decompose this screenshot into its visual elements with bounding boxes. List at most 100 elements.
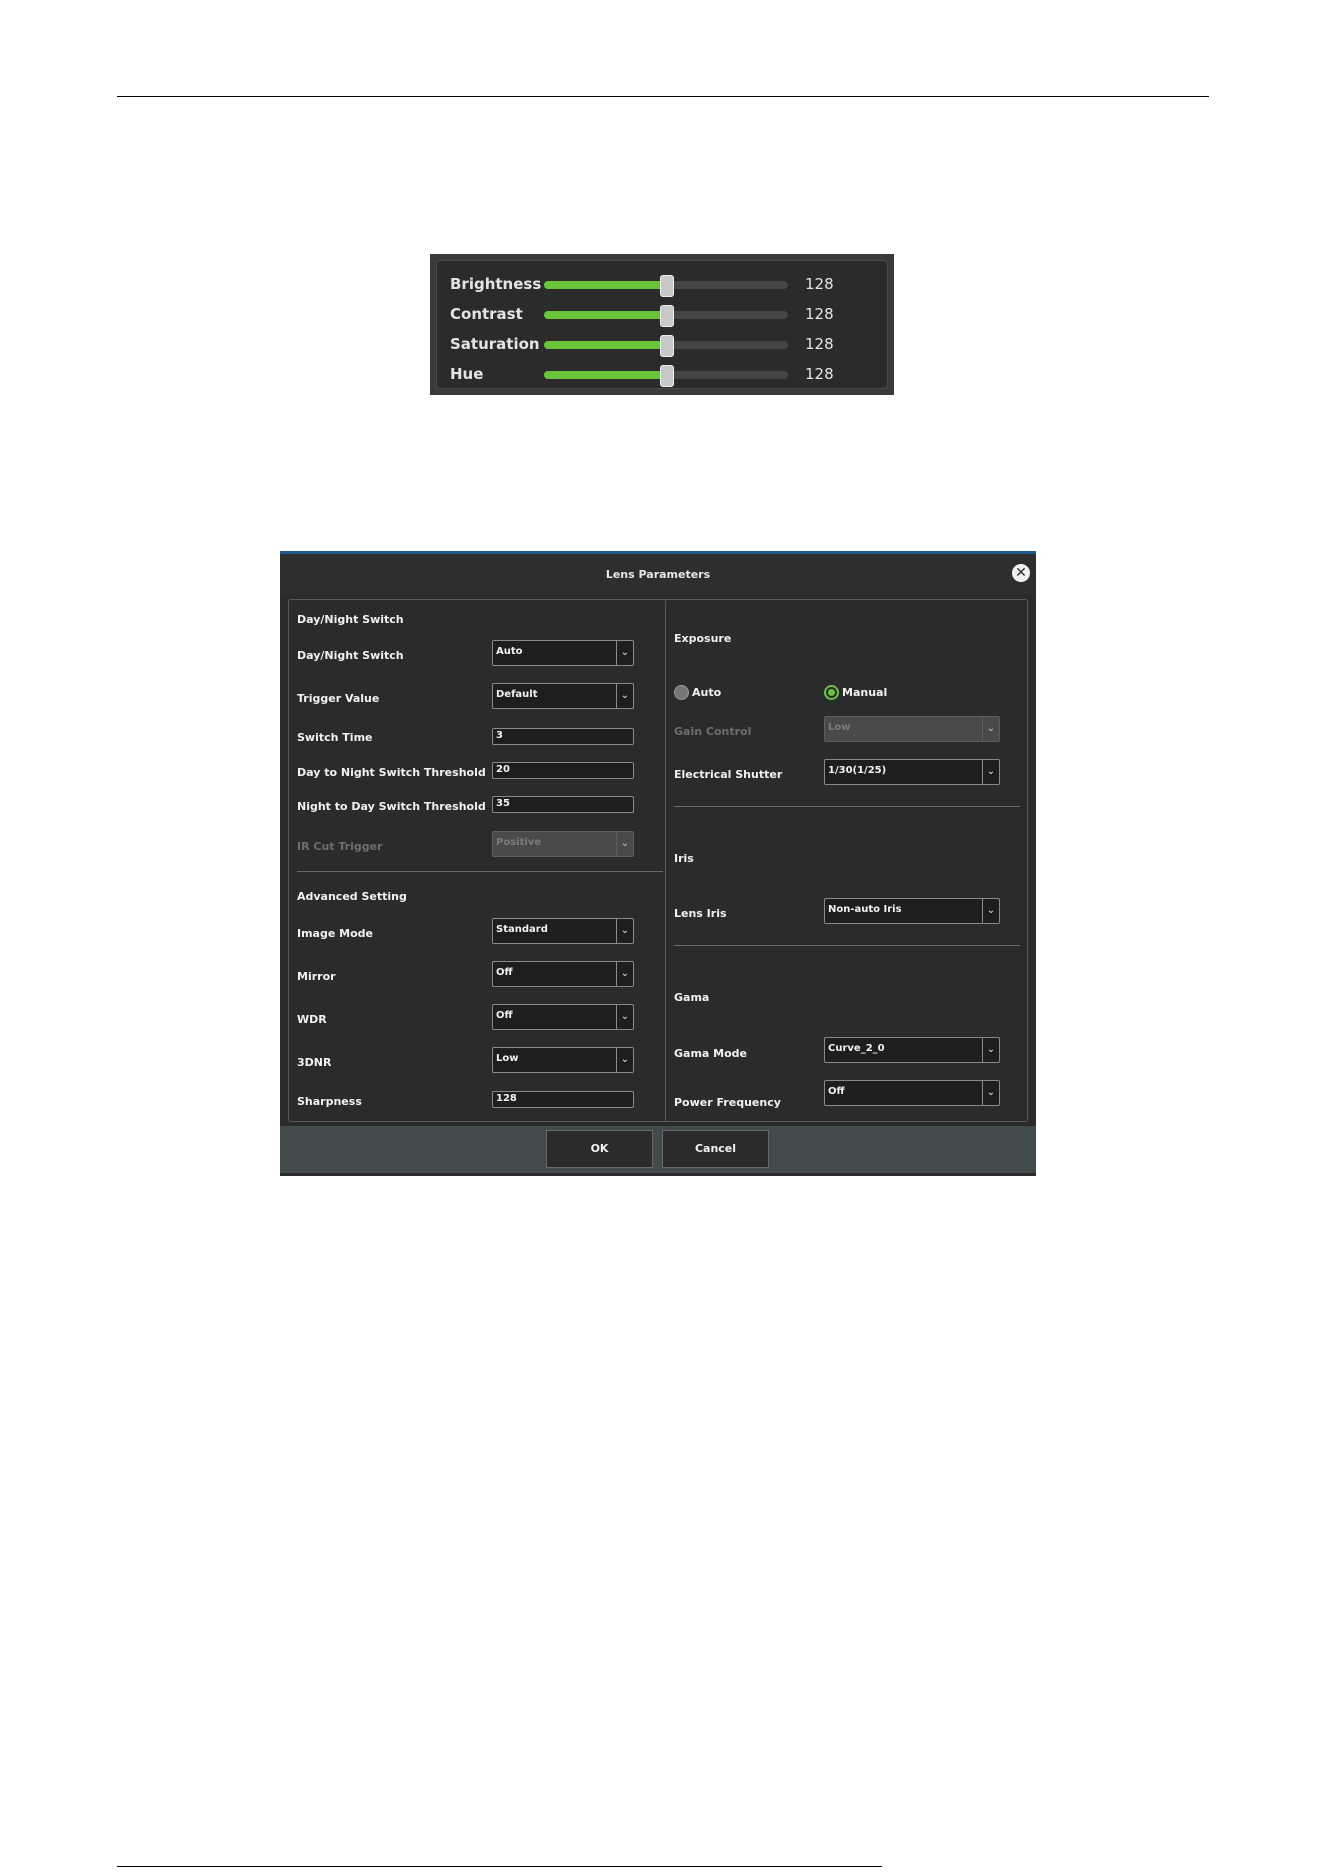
wdr-value: Off (496, 1010, 513, 1021)
gain-control-value: Low (828, 722, 851, 733)
iris-section-title: Iris (674, 852, 694, 865)
chevron-down-icon: ⌄ (616, 641, 633, 665)
contrast-slider-thumb[interactable] (660, 305, 674, 327)
chevron-down-icon: ⌄ (616, 1048, 633, 1072)
electrical-shutter-label: Electrical Shutter (674, 768, 783, 781)
exposure-manual-label: Manual (842, 686, 888, 699)
page-footer-rule (117, 1866, 882, 1867)
section-divider (297, 871, 663, 872)
ir-cut-trigger-select: Positive ⌄ (492, 831, 634, 857)
saturation-label: Saturation (450, 335, 540, 353)
3dnr-value: Low (496, 1053, 519, 1064)
mirror-value: Off (496, 967, 513, 978)
dialog-title: Lens Parameters (605, 568, 711, 581)
mirror-select[interactable]: Off ⌄ (492, 961, 634, 987)
day-night-switch-value: Auto (496, 646, 523, 657)
sharpness-input[interactable]: 128 (492, 1091, 634, 1108)
lens-iris-value: Non-auto Iris (828, 904, 902, 915)
night-to-day-threshold-label: Night to Day Switch Threshold (297, 800, 486, 813)
saturation-value: 128 (805, 335, 834, 353)
electrical-shutter-value: 1/30(1/25) (828, 765, 887, 776)
hue-row: Hue 128 (437, 359, 887, 389)
brightness-value: 128 (805, 275, 834, 293)
brightness-row: Brightness 128 (437, 269, 887, 299)
chevron-down-icon: ⌄ (616, 1005, 633, 1029)
day-to-night-threshold-label: Day to Night Switch Threshold (297, 766, 486, 779)
exposure-auto-label: Auto (692, 686, 722, 699)
gama-mode-select[interactable]: Curve_2_0 ⌄ (824, 1037, 1000, 1063)
chevron-down-icon: ⌄ (616, 919, 633, 943)
image-mode-label: Image Mode (297, 927, 373, 940)
chevron-down-icon: ⌄ (982, 760, 999, 784)
wdr-label: WDR (297, 1013, 327, 1026)
power-frequency-select[interactable]: Off ⌄ (824, 1080, 1000, 1106)
contrast-slider[interactable] (544, 305, 788, 327)
saturation-slider-thumb[interactable] (660, 335, 674, 357)
saturation-row: Saturation 128 (437, 329, 887, 359)
chevron-down-icon: ⌄ (616, 832, 633, 856)
contrast-row: Contrast 128 (437, 299, 887, 329)
brightness-slider-fill (544, 281, 666, 289)
trigger-value-value: Default (496, 689, 538, 700)
gama-mode-value: Curve_2_0 (828, 1043, 885, 1054)
chevron-down-icon: ⌄ (982, 1038, 999, 1062)
page-header-rule (117, 96, 1209, 97)
cancel-button[interactable]: Cancel (662, 1130, 769, 1168)
color-adjust-panel: Brightness 128 Contrast 128 Saturation 1… (430, 254, 894, 395)
gama-mode-label: Gama Mode (674, 1047, 748, 1060)
close-icon[interactable]: ✕ (1012, 564, 1030, 582)
chevron-down-icon: ⌄ (982, 899, 999, 923)
dialog-title-bar: Lens Parameters ✕ (280, 554, 1036, 595)
dialog-footer: OK Cancel (280, 1126, 1036, 1173)
color-adjust-inner: Brightness 128 Contrast 128 Saturation 1… (436, 260, 888, 389)
gain-control-label: Gain Control (674, 725, 752, 738)
hue-value: 128 (805, 365, 834, 383)
section-divider (674, 806, 1020, 807)
saturation-slider-fill (544, 341, 666, 349)
trigger-value-label: Trigger Value (297, 692, 380, 705)
trigger-value-select[interactable]: Default ⌄ (492, 683, 634, 709)
hue-slider-thumb[interactable] (660, 365, 674, 387)
electrical-shutter-select[interactable]: 1/30(1/25) ⌄ (824, 759, 1000, 785)
contrast-label: Contrast (450, 305, 523, 323)
lens-parameters-dialog: Lens Parameters ✕ Day/Night Switch Day/N… (280, 551, 1036, 1176)
ok-button[interactable]: OK (546, 1130, 653, 1168)
contrast-value: 128 (805, 305, 834, 323)
switch-time-input[interactable]: 3 (492, 728, 634, 745)
hue-slider-fill (544, 371, 666, 379)
image-mode-select[interactable]: Standard ⌄ (492, 918, 634, 944)
day-night-switch-select[interactable]: Auto ⌄ (492, 640, 634, 666)
brightness-slider-thumb[interactable] (660, 275, 674, 297)
brightness-slider[interactable] (544, 275, 788, 297)
hue-label: Hue (450, 365, 484, 383)
power-frequency-value: Off (828, 1086, 845, 1097)
exposure-section-title: Exposure (674, 632, 732, 645)
lens-iris-select[interactable]: Non-auto Iris ⌄ (824, 898, 1000, 924)
gama-section-title: Gama (674, 991, 710, 1004)
3dnr-select[interactable]: Low ⌄ (492, 1047, 634, 1073)
chevron-down-icon: ⌄ (616, 684, 633, 708)
night-to-day-threshold-input[interactable]: 35 (492, 796, 634, 813)
wdr-select[interactable]: Off ⌄ (492, 1004, 634, 1030)
day-night-section-title: Day/Night Switch (297, 613, 404, 626)
day-night-switch-label: Day/Night Switch (297, 649, 404, 662)
power-frequency-label: Power Frequency (674, 1096, 781, 1109)
lens-iris-label: Lens Iris (674, 907, 727, 920)
contrast-slider-fill (544, 311, 666, 319)
ir-cut-trigger-value: Positive (496, 837, 542, 848)
saturation-slider[interactable] (544, 335, 788, 357)
day-to-night-threshold-value: 20 (496, 764, 510, 775)
sharpness-label: Sharpness (297, 1095, 362, 1108)
day-to-night-threshold-input[interactable]: 20 (492, 762, 634, 779)
sharpness-value: 128 (496, 1093, 517, 1104)
night-to-day-threshold-value: 35 (496, 798, 510, 809)
hue-slider[interactable] (544, 365, 788, 387)
image-mode-value: Standard (496, 924, 548, 935)
exposure-auto-radio[interactable] (674, 685, 689, 700)
brightness-label: Brightness (450, 275, 542, 293)
ir-cut-trigger-label: IR Cut Trigger (297, 840, 383, 853)
mirror-label: Mirror (297, 970, 336, 983)
exposure-manual-radio[interactable] (824, 685, 839, 700)
advanced-setting-section-title: Advanced Setting (297, 890, 407, 903)
chevron-down-icon: ⌄ (982, 717, 999, 741)
